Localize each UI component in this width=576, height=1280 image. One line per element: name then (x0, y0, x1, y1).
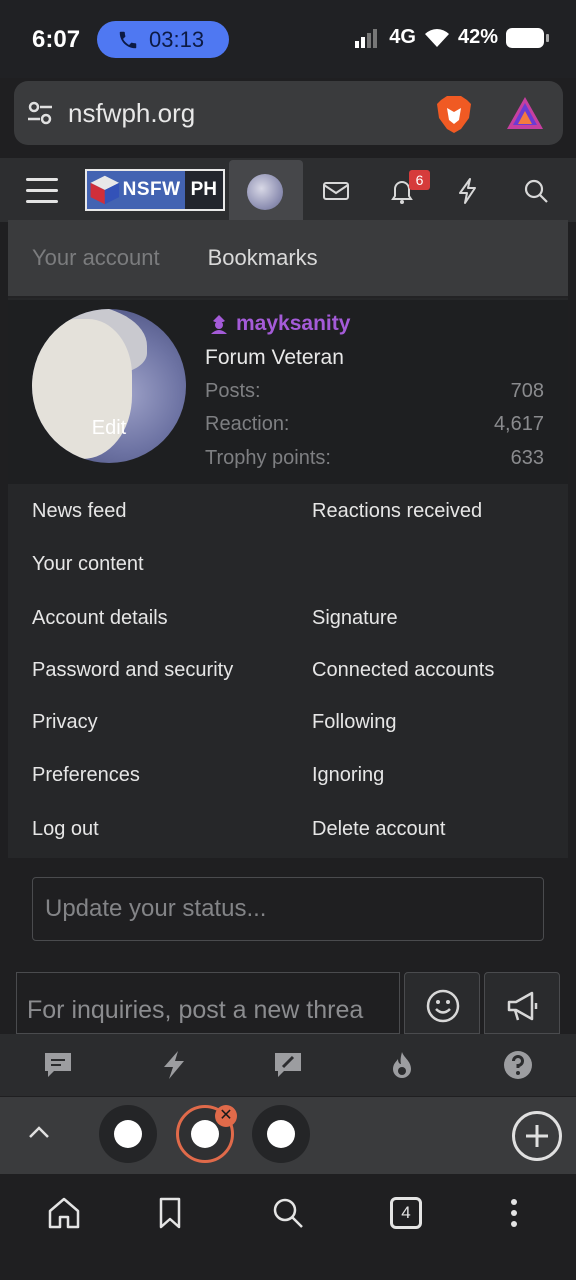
link-following[interactable]: Following (312, 711, 396, 734)
site-favicon (267, 1120, 295, 1148)
stat-value: 633 (510, 447, 544, 469)
avatar-thumbnail (247, 174, 283, 210)
profile-summary: Edit mayksanity Forum Veteran Posts: 708… (8, 300, 568, 484)
trending-fire-icon[interactable] (386, 1049, 418, 1081)
notification-badge: 6 (409, 170, 430, 190)
logo-cube-icon (90, 175, 120, 205)
site-favicon (191, 1120, 219, 1148)
emoji-button[interactable] (404, 972, 480, 1034)
brave-shields-icon[interactable] (435, 94, 473, 134)
link-reactions-received[interactable]: Reactions received (312, 500, 482, 523)
username-link[interactable]: mayksanity (208, 312, 350, 336)
write-post-icon[interactable] (272, 1049, 304, 1081)
ongoing-call-pill[interactable]: 03:13 (97, 21, 229, 58)
stat-label: Posts: (205, 380, 261, 402)
brave-rewards-icon[interactable] (505, 95, 545, 131)
browser-nav-bar (0, 1175, 576, 1280)
link-password-security[interactable]: Password and security (32, 659, 233, 682)
link-connected-accounts[interactable]: Connected accounts (312, 659, 494, 682)
stat-posts: Posts: 708 (205, 380, 544, 403)
menu-icon[interactable] (26, 178, 58, 204)
announce-button[interactable] (484, 972, 560, 1034)
logo-text: NSFW (122, 179, 181, 200)
search-icon[interactable] (270, 1195, 306, 1231)
stat-value: 4,617 (493, 413, 544, 435)
search-icon[interactable] (521, 176, 551, 206)
stat-value: 708 (510, 380, 544, 402)
avatar-edit-label[interactable]: Edit (32, 417, 186, 440)
whats-new-bolt-icon[interactable] (453, 176, 483, 206)
stat-trophy-points: Trophy points: 633 (205, 447, 544, 470)
link-preferences[interactable]: Preferences (32, 764, 140, 787)
link-signature[interactable]: Signature (312, 607, 398, 630)
link-delete-account[interactable]: Delete account (312, 818, 445, 841)
user-badge-icon (211, 315, 227, 334)
tab-count-button[interactable]: 4 (390, 1197, 422, 1229)
tab-strip (0, 1097, 576, 1174)
clock: 6:07 (32, 26, 81, 53)
chevron-up-icon[interactable] (26, 1119, 52, 1145)
link-your-content[interactable]: Your content (32, 553, 144, 576)
close-tab-icon[interactable]: ✕ (215, 1105, 237, 1127)
more-menu-icon[interactable] (496, 1195, 532, 1231)
tab-thumbnail[interactable] (99, 1105, 157, 1163)
logo-suffix: PH (184, 171, 223, 209)
battery-percent: 42% (457, 26, 498, 48)
home-icon[interactable] (46, 1195, 82, 1231)
address-bar[interactable]: nsfwph.org (14, 81, 563, 145)
stat-reaction: Reaction: 4,617 (205, 413, 544, 436)
username: mayksanity (236, 312, 351, 335)
tab-your-account[interactable]: Your account (8, 245, 184, 271)
url-text[interactable]: nsfwph.org (68, 98, 195, 129)
new-posts-bolt-icon[interactable] (158, 1049, 190, 1081)
forums-chat-icon[interactable] (42, 1049, 74, 1081)
account-dropdown: Your account Bookmarks Edit mayksanity F… (8, 220, 568, 858)
link-log-out[interactable]: Log out (32, 818, 99, 841)
signal-icon (355, 28, 378, 48)
tab-thumbnail[interactable] (252, 1105, 310, 1163)
bookmark-icon[interactable] (152, 1195, 188, 1231)
network-type: 4G (389, 26, 416, 48)
site-favicon (114, 1120, 142, 1148)
profile-avatar[interactable]: Edit (32, 309, 186, 463)
status-update-input[interactable]: Update your status... (32, 877, 544, 941)
link-privacy[interactable]: Privacy (32, 711, 98, 734)
help-icon[interactable] (502, 1049, 534, 1081)
status-icons: 4G 42% (355, 26, 549, 49)
stat-label: Trophy points: (205, 447, 331, 469)
user-title: Forum Veteran (205, 346, 344, 369)
new-tab-button[interactable] (512, 1111, 562, 1161)
account-menu-button[interactable] (229, 160, 303, 222)
link-ignoring[interactable]: Ignoring (312, 764, 384, 787)
phone-icon (119, 31, 137, 48)
plus-icon (526, 1125, 548, 1147)
site-settings-icon[interactable] (26, 99, 54, 127)
link-news-feed[interactable]: News feed (32, 500, 127, 523)
battery-icon (506, 27, 549, 48)
tab-bookmarks[interactable]: Bookmarks (184, 245, 342, 271)
inquiry-input[interactable]: For inquiries, post a new threa (16, 972, 400, 1034)
forum-bottom-bar (0, 1034, 576, 1096)
site-logo[interactable]: NSFW PH (85, 169, 225, 211)
smiley-icon (426, 989, 460, 1023)
inbox-icon[interactable] (321, 176, 351, 206)
call-timer: 03:13 (149, 26, 205, 52)
stat-label: Reaction: (205, 413, 290, 435)
wifi-icon (424, 28, 449, 47)
status-bar: 6:07 03:13 4G 42% (0, 0, 576, 78)
megaphone-icon (507, 991, 538, 1021)
account-tabs: Your account Bookmarks (8, 220, 568, 298)
link-account-details[interactable]: Account details (32, 607, 168, 630)
